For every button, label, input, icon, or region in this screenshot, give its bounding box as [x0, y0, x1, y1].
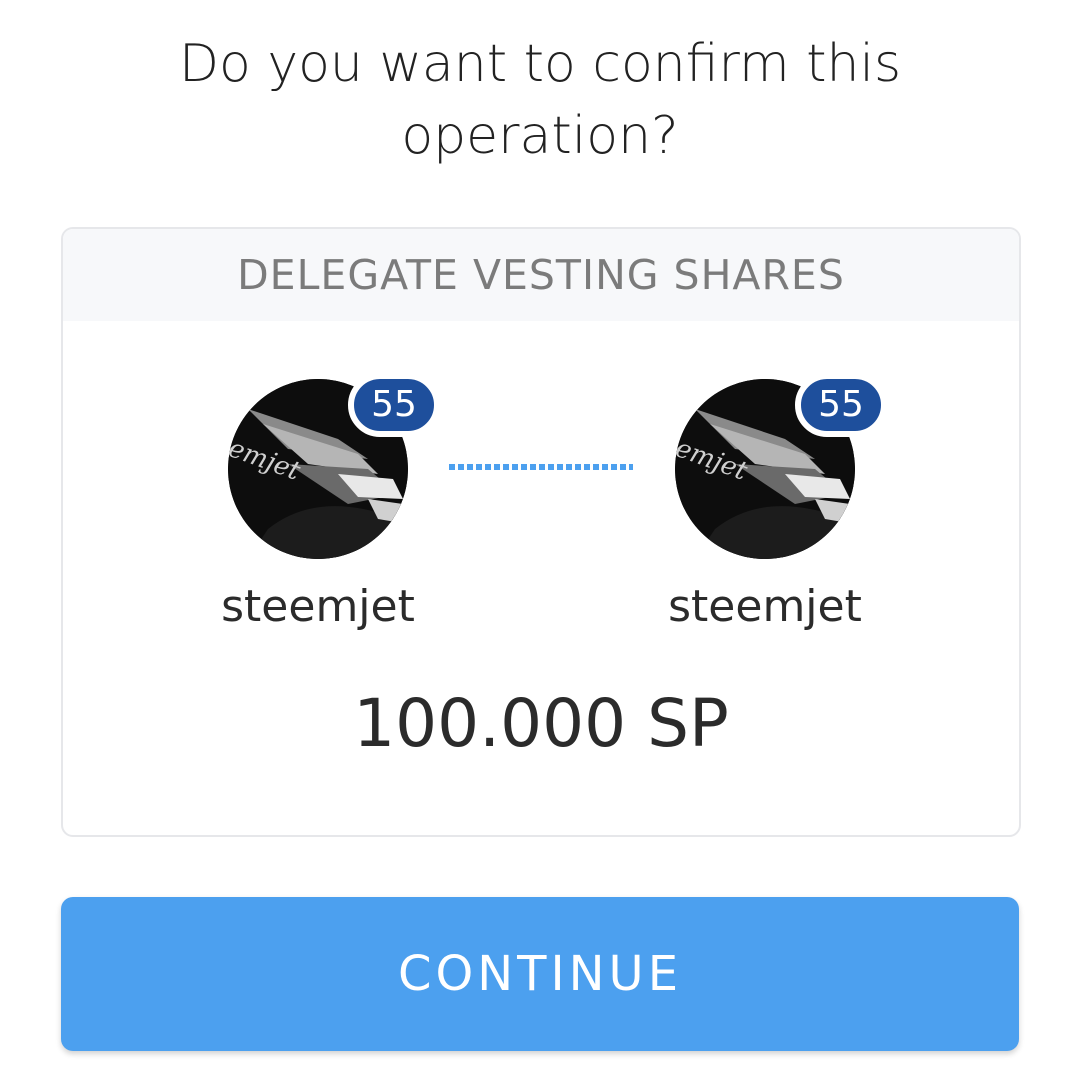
operation-card: DELEGATE VESTING SHARES emjet 55 steemje…	[61, 227, 1021, 837]
from-reputation-badge: 55	[348, 373, 440, 437]
to-account: emjet 55 steemjet	[645, 373, 887, 637]
continue-button[interactable]: CONTINUE	[61, 897, 1019, 1051]
to-avatar-wrap: emjet 55	[675, 373, 887, 559]
operation-title: DELEGATE VESTING SHARES	[63, 229, 1019, 321]
from-username: steemjet	[221, 581, 415, 632]
delegation-amount: 100.000 SP	[353, 685, 729, 762]
from-avatar-wrap: emjet 55	[228, 373, 440, 559]
transfer-connector	[449, 464, 633, 470]
confirm-operation-screen: Do you want to confirm this operation? D…	[0, 0, 1080, 1085]
from-account: emjet 55 steemjet	[198, 373, 440, 637]
to-reputation-badge: 55	[795, 373, 887, 437]
confirm-question: Do you want to confirm this operation?	[178, 34, 902, 166]
to-username: steemjet	[668, 581, 862, 632]
